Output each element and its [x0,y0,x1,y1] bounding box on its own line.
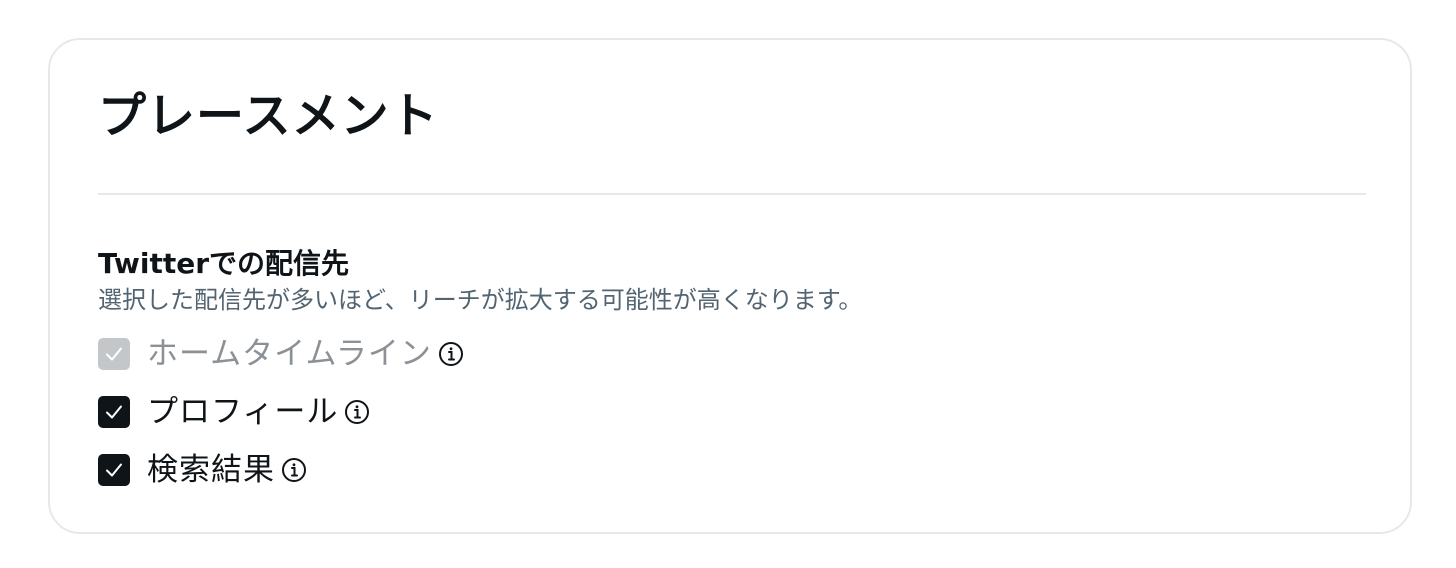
checkmark-icon [106,463,122,477]
checkmark-icon [106,347,122,361]
checkbox-search-results[interactable] [98,454,130,486]
option-profile[interactable]: プロフィール [98,394,464,430]
option-label-search-results[interactable]: 検索結果 [147,452,275,488]
info-icon[interactable] [281,457,307,483]
divider [98,193,1366,195]
checkmark-icon [106,405,122,419]
info-icon[interactable] [438,341,464,367]
section-description: 選択した配信先が多いほど、リーチが拡大する可能性が高くなります。 [98,286,863,314]
page-title: プレースメント [98,88,439,144]
placement-card: プレースメント Twitterでの配信先 選択した配信先が多いほど、リーチが拡大… [48,38,1412,534]
option-label-profile[interactable]: プロフィール [147,394,338,430]
checkbox-profile[interactable] [98,396,130,428]
option-search-results[interactable]: 検索結果 [98,452,464,488]
section-title: Twitterでの配信先 [98,247,350,280]
checkbox-home-timeline [98,338,130,370]
option-label-home-timeline: ホームタイムライン [147,336,432,372]
placement-options: ホームタイムライン プロフィール 検索結果 [98,336,464,510]
info-icon[interactable] [344,399,370,425]
option-home-timeline: ホームタイムライン [98,336,464,372]
